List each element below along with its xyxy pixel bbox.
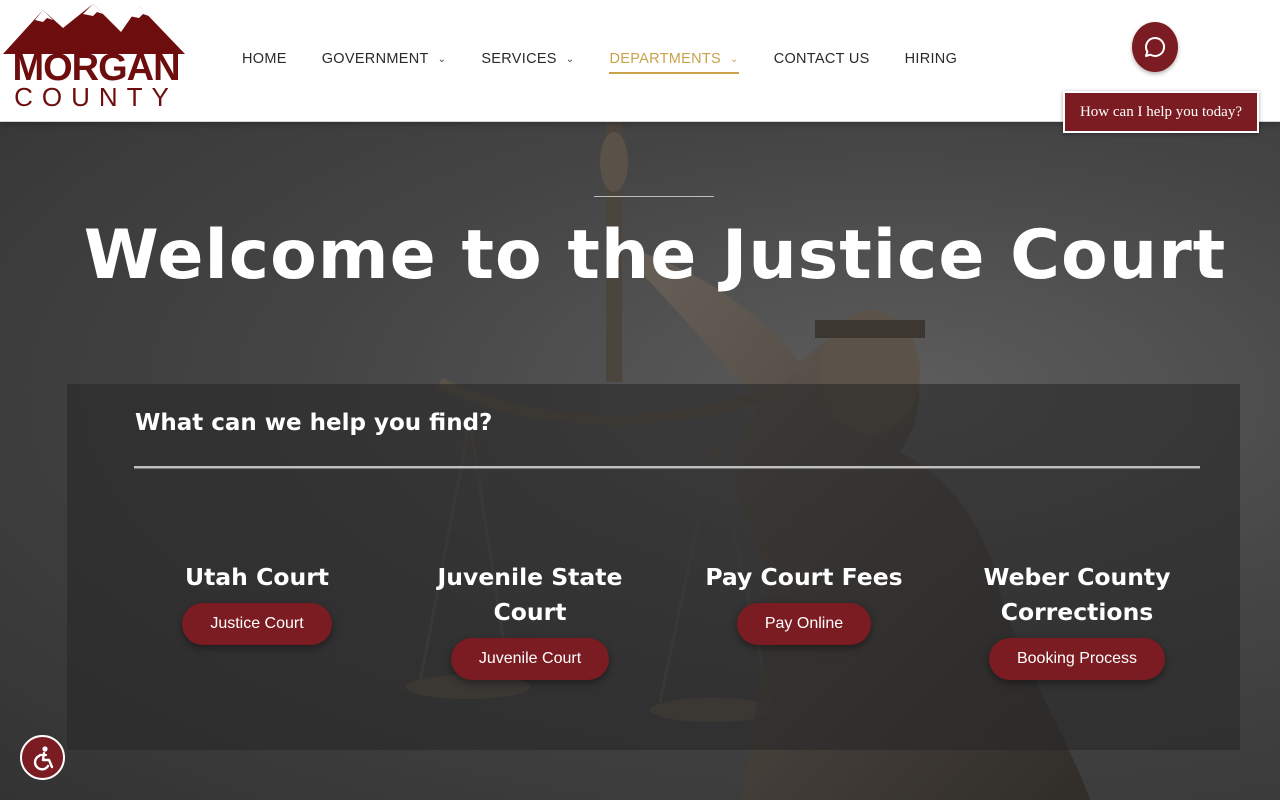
card-weber-county-corrections: Weber County Corrections Booking Process: [957, 560, 1197, 680]
nav-departments-label: DEPARTMENTS: [609, 51, 721, 67]
panel-heading: What can we help you find?: [135, 410, 493, 436]
nav-departments[interactable]: DEPARTMENTS ⌄: [609, 47, 739, 74]
county-logo[interactable]: MORGAN COUNTY: [3, 2, 187, 110]
hero-divider: [594, 196, 714, 197]
card-title: Pay Court Fees: [705, 563, 903, 591]
nav-government[interactable]: GOVERNMENT ⌄: [322, 47, 447, 71]
main-nav: HOME GOVERNMENT ⌄ SERVICES ⌄ DEPARTMENTS…: [242, 47, 992, 74]
quick-links-panel: What can we help you find? Utah Court Ju…: [67, 384, 1240, 750]
chevron-down-icon: ⌄: [565, 53, 575, 65]
card-title: Juvenile State Court: [437, 563, 623, 626]
card-juvenile-state-court: Juvenile State Court Juvenile Court: [410, 560, 650, 680]
nav-contact-label: CONTACT US: [773, 51, 870, 67]
nav-home[interactable]: HOME: [242, 47, 287, 71]
hero-section: Welcome to the Justice Court What can we…: [0, 122, 1280, 800]
page-title: Welcome to the Justice Court: [83, 216, 1227, 295]
nav-home-label: HOME: [242, 51, 287, 67]
accessibility-icon: [33, 745, 53, 770]
pay-online-button[interactable]: Pay Online: [736, 603, 872, 645]
chat-button[interactable]: [1132, 22, 1178, 72]
panel-divider: [134, 466, 1200, 469]
juvenile-court-button[interactable]: Juvenile Court: [450, 638, 610, 680]
justice-court-button[interactable]: Justice Court: [182, 603, 332, 645]
chat-tooltip[interactable]: How can I help you today?: [1063, 91, 1259, 133]
chat-bubble-icon: [1145, 36, 1166, 57]
card-title: Utah Court: [184, 563, 330, 591]
chevron-down-icon: ⌄: [730, 53, 739, 65]
chevron-down-icon: ⌄: [437, 53, 447, 65]
nav-contact-us[interactable]: CONTACT US: [774, 47, 870, 71]
nav-services-label: SERVICES: [481, 51, 557, 67]
nav-services[interactable]: SERVICES ⌄: [481, 47, 574, 71]
nav-government-label: GOVERNMENT: [321, 51, 429, 67]
nav-hiring[interactable]: HIRING: [905, 47, 958, 71]
chat-tooltip-text: How can I help you today?: [1079, 103, 1243, 120]
card-pay-court-fees: Pay Court Fees Pay Online: [684, 560, 924, 645]
accessibility-button[interactable]: [20, 735, 65, 780]
nav-hiring-label: HIRING: [904, 51, 958, 67]
card-utah-court: Utah Court Justice Court: [137, 560, 377, 645]
logo-text-county: COUNTY: [14, 82, 178, 112]
booking-process-button[interactable]: Booking Process: [988, 638, 1166, 680]
card-title: Weber County Corrections: [983, 563, 1171, 626]
